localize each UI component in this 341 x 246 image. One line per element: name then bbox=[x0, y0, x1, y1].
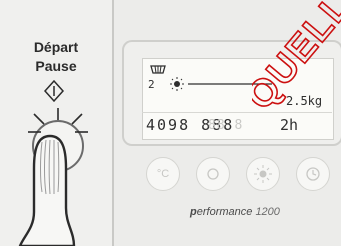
segment-ghost-digits: 88 8 bbox=[208, 118, 244, 133]
weight-readout: 2.5kg bbox=[286, 94, 323, 108]
program-number: 2 bbox=[148, 78, 155, 91]
delay-button[interactable] bbox=[296, 157, 330, 191]
clock-icon bbox=[306, 167, 320, 181]
model-number: 1200 bbox=[255, 206, 280, 218]
temperature-label: °C bbox=[156, 168, 170, 180]
brand-initial: p bbox=[190, 206, 197, 218]
start-pause-icon bbox=[44, 80, 64, 102]
start-label: Départ bbox=[33, 39, 79, 55]
time-remaining: 2h bbox=[280, 116, 299, 134]
finger-illustration bbox=[18, 134, 76, 246]
sun-icon bbox=[254, 165, 272, 183]
basket-icon bbox=[150, 65, 166, 74]
lcd-separator bbox=[142, 112, 332, 113]
stain-level-indicator bbox=[170, 77, 272, 91]
stain-button[interactable] bbox=[246, 157, 280, 191]
spin-button[interactable] bbox=[196, 157, 230, 191]
start-pause-label: Départ Pause bbox=[0, 38, 112, 76]
brand-name: erformance bbox=[196, 206, 253, 218]
brand-label: performance 1200 bbox=[190, 206, 280, 218]
spin-icon bbox=[207, 168, 219, 180]
temperature-button[interactable]: °C bbox=[146, 157, 180, 191]
pause-label: Pause bbox=[35, 58, 77, 74]
